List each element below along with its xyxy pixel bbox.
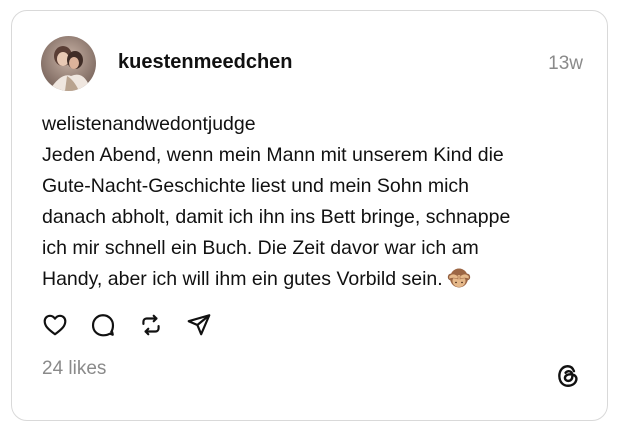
avatar[interactable] bbox=[41, 36, 96, 91]
post-text-content: Jeden Abend, wenn mein Mann mit unserem … bbox=[42, 144, 511, 290]
comment-icon[interactable] bbox=[90, 312, 116, 338]
repost-icon[interactable] bbox=[138, 312, 164, 338]
heart-icon[interactable] bbox=[42, 312, 68, 338]
share-icon[interactable] bbox=[186, 312, 212, 338]
post-time: 13w bbox=[548, 53, 583, 74]
likes-count[interactable]: 24 likes bbox=[42, 358, 106, 380]
see-no-evil-monkey-icon bbox=[447, 267, 471, 289]
topic-tag[interactable]: welistenandwedontjudge bbox=[42, 109, 256, 140]
username[interactable]: kuestenmeedchen bbox=[118, 51, 293, 74]
threads-logo-icon[interactable] bbox=[555, 363, 581, 389]
post-card: kuestenmeedchen 13w welistenandwedontjud… bbox=[11, 10, 608, 421]
post-text: Jeden Abend, wenn mein Mann mit unserem … bbox=[42, 140, 592, 295]
